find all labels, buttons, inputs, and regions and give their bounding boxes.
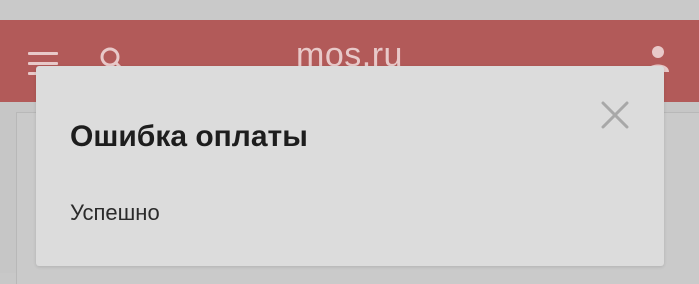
close-icon[interactable] bbox=[598, 98, 632, 132]
status-bar bbox=[0, 0, 699, 20]
dialog-title: Ошибка оплаты bbox=[70, 120, 308, 153]
dialog-message: Успешно bbox=[70, 200, 160, 225]
payment-error-dialog: Ошибка оплаты Успешно bbox=[36, 66, 664, 266]
